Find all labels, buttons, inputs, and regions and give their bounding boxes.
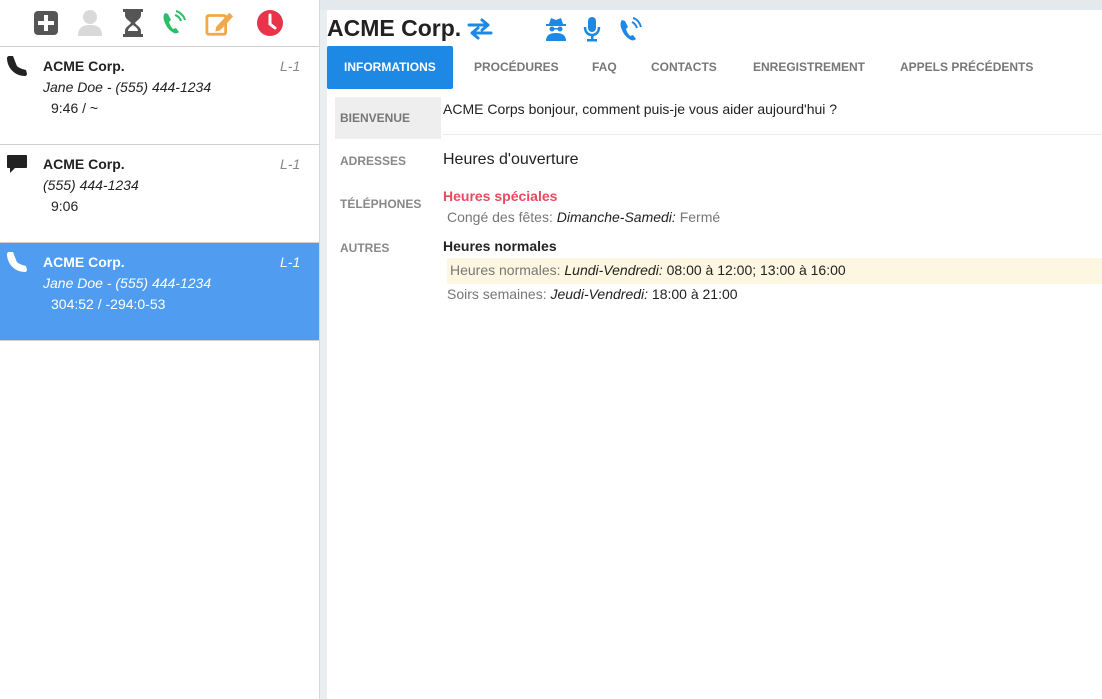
call-item[interactable]: ACME Corp. L-1 Jane Doe - (555) 444-1234…: [0, 47, 319, 145]
edit-icon: [205, 12, 234, 36]
row-value: 08:00 à 12:00; 13:00 à 16:00: [666, 262, 846, 278]
tab-appels-precedents[interactable]: APPELS PRÉCÉDENTS: [900, 46, 1033, 89]
subnav-bienvenue[interactable]: BIENVENUE: [335, 97, 441, 139]
row-label: Heures normales:: [450, 262, 561, 278]
tab-contacts[interactable]: CONTACTS: [651, 46, 717, 89]
subnav-autres[interactable]: AUTRES: [335, 227, 441, 269]
divider: [443, 134, 1102, 135]
row-value: 18:00 à 21:00: [651, 286, 738, 302]
call-duration: 304:52 / -294:0-53: [51, 296, 166, 312]
call-detail-panel: ACME Corp. INFORMATIONS PROCÉDURES FAQ C…: [320, 0, 1102, 699]
normal-hours-row: Soirs semaines: Jeudi-Vendredi: 18:00 à …: [447, 286, 738, 302]
call-caller: Jane Doe - (555) 444-1234: [43, 275, 212, 291]
company-title: ACME Corp.: [327, 15, 462, 41]
hours-title: Heures d'ouverture: [443, 151, 579, 168]
add-call-button[interactable]: [31, 8, 61, 38]
tab-faq[interactable]: FAQ: [592, 46, 617, 89]
call-company: ACME Corp.: [43, 58, 125, 74]
normal-hours-title: Heures normales: [443, 238, 557, 254]
plus-square-icon: [34, 11, 58, 35]
hourglass-icon: [123, 9, 143, 37]
comment-icon: [7, 155, 27, 173]
call-caller: (555) 444-1234: [43, 177, 139, 193]
detail-tabs: INFORMATIONS PROCÉDURES FAQ CONTACTS ENR…: [327, 46, 1102, 89]
phone-icon: [7, 56, 27, 76]
phone-volume-icon: [163, 10, 186, 34]
phone-icon: [7, 252, 27, 272]
call-toolbar: [0, 0, 319, 47]
transfer-icon: [467, 18, 493, 40]
row-value: Fermé: [679, 209, 721, 225]
edit-button[interactable]: [205, 8, 235, 38]
detail-content-area: ACME Corp. INFORMATIONS PROCÉDURES FAQ C…: [327, 10, 1102, 699]
special-hours-row: Congé des fêtes: Dimanche-Samedi: Fermé: [447, 209, 720, 225]
microphone-icon: [583, 17, 601, 42]
row-label: Congé des fêtes:: [447, 209, 553, 225]
history-button[interactable]: [255, 8, 285, 38]
call-line: L-1: [280, 58, 301, 74]
call-list-panel: ACME Corp. L-1 Jane Doe - (555) 444-1234…: [0, 0, 320, 699]
tab-enregistrement[interactable]: ENREGISTREMENT: [753, 46, 865, 89]
subnav-telephones[interactable]: TÉLÉPHONES: [335, 183, 441, 225]
call-duration: 9:06: [51, 198, 79, 214]
special-hours-title: Heures spéciales: [443, 188, 558, 204]
row-days: Dimanche-Samedi:: [556, 209, 676, 225]
clock-icon: [257, 10, 283, 36]
top-strip: [320, 0, 1102, 10]
call-item-active[interactable]: ACME Corp. L-1 Jane Doe - (555) 444-1234…: [0, 243, 319, 341]
transfer-button[interactable]: [466, 15, 494, 43]
normal-hours-row: Heures normales: Lundi-Vendredi: 08:00 à…: [450, 262, 846, 278]
call-options-button[interactable]: [616, 15, 644, 43]
record-button[interactable]: [578, 15, 606, 43]
call-line: L-1: [280, 254, 301, 270]
user-button[interactable]: [75, 8, 105, 38]
welcome-message: ACME Corps bonjour, comment puis-je vous…: [443, 101, 838, 117]
tab-informations[interactable]: INFORMATIONS: [327, 46, 453, 89]
call-caller: Jane Doe - (555) 444-1234: [43, 79, 212, 95]
normal-hours-row-highlight: Heures normales: Lundi-Vendredi: 08:00 à…: [447, 258, 1102, 284]
call-item[interactable]: ACME Corp. L-1 (555) 444-1234 9:06: [0, 145, 319, 243]
call-line: L-1: [280, 156, 301, 172]
tab-procedures[interactable]: PROCÉDURES: [474, 46, 559, 89]
row-days: Jeudi-Vendredi:: [550, 286, 649, 302]
row-label: Soirs semaines:: [447, 286, 547, 302]
call-company: ACME Corp.: [43, 156, 125, 172]
call-duration: 9:46 / ~: [51, 100, 99, 116]
user-secret-icon: [546, 18, 566, 41]
subnav-adresses[interactable]: ADRESSES: [335, 140, 441, 182]
call-button[interactable]: [159, 8, 189, 38]
call-company: ACME Corp.: [43, 254, 125, 270]
row-days: Lundi-Vendredi:: [564, 262, 663, 278]
incognito-button[interactable]: [542, 15, 570, 43]
phone-volume-icon: [620, 17, 642, 41]
user-icon: [78, 10, 102, 36]
wait-button[interactable]: [118, 8, 148, 38]
